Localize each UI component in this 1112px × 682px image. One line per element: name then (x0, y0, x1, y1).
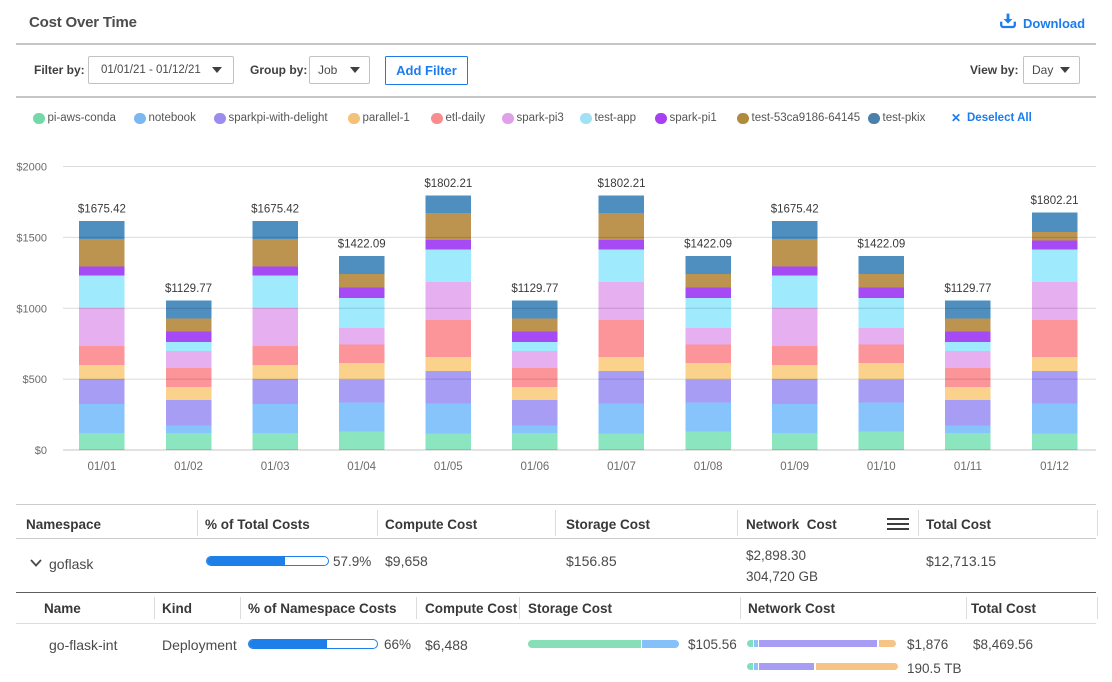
svg-text:$1422.09: $1422.09 (684, 239, 732, 251)
svg-text:$1675.42: $1675.42 (771, 204, 819, 216)
svg-text:$1000: $1000 (16, 303, 47, 315)
svg-text:01/04: 01/04 (347, 461, 376, 473)
svg-text:$1802.21: $1802.21 (424, 178, 472, 190)
svg-text:$1500: $1500 (16, 232, 47, 244)
svg-text:01/05: 01/05 (434, 461, 463, 473)
svg-text:01/01: 01/01 (88, 461, 117, 473)
svg-text:01/09: 01/09 (780, 461, 809, 473)
svg-text:$1422.09: $1422.09 (338, 239, 386, 251)
svg-text:$1675.42: $1675.42 (251, 204, 299, 216)
svg-text:01/11: 01/11 (954, 461, 982, 473)
svg-text:01/08: 01/08 (694, 461, 723, 473)
svg-text:01/06: 01/06 (521, 461, 550, 473)
svg-text:$1675.42: $1675.42 (78, 204, 126, 216)
svg-text:$1422.09: $1422.09 (857, 239, 905, 251)
svg-text:$1129.77: $1129.77 (944, 283, 991, 295)
svg-text:$500: $500 (23, 374, 47, 386)
svg-text:$2000: $2000 (16, 162, 47, 174)
svg-text:01/10: 01/10 (867, 461, 896, 473)
svg-text:01/03: 01/03 (261, 461, 290, 473)
svg-text:$1802.21: $1802.21 (598, 178, 646, 190)
svg-text:$1129.77: $1129.77 (165, 283, 212, 295)
svg-text:$0: $0 (35, 445, 47, 457)
svg-text:$1802.21: $1802.21 (1031, 195, 1079, 207)
svg-text:01/12: 01/12 (1040, 461, 1069, 473)
svg-text:01/02: 01/02 (174, 461, 203, 473)
svg-text:$1129.77: $1129.77 (511, 283, 558, 295)
svg-text:01/07: 01/07 (607, 461, 636, 473)
